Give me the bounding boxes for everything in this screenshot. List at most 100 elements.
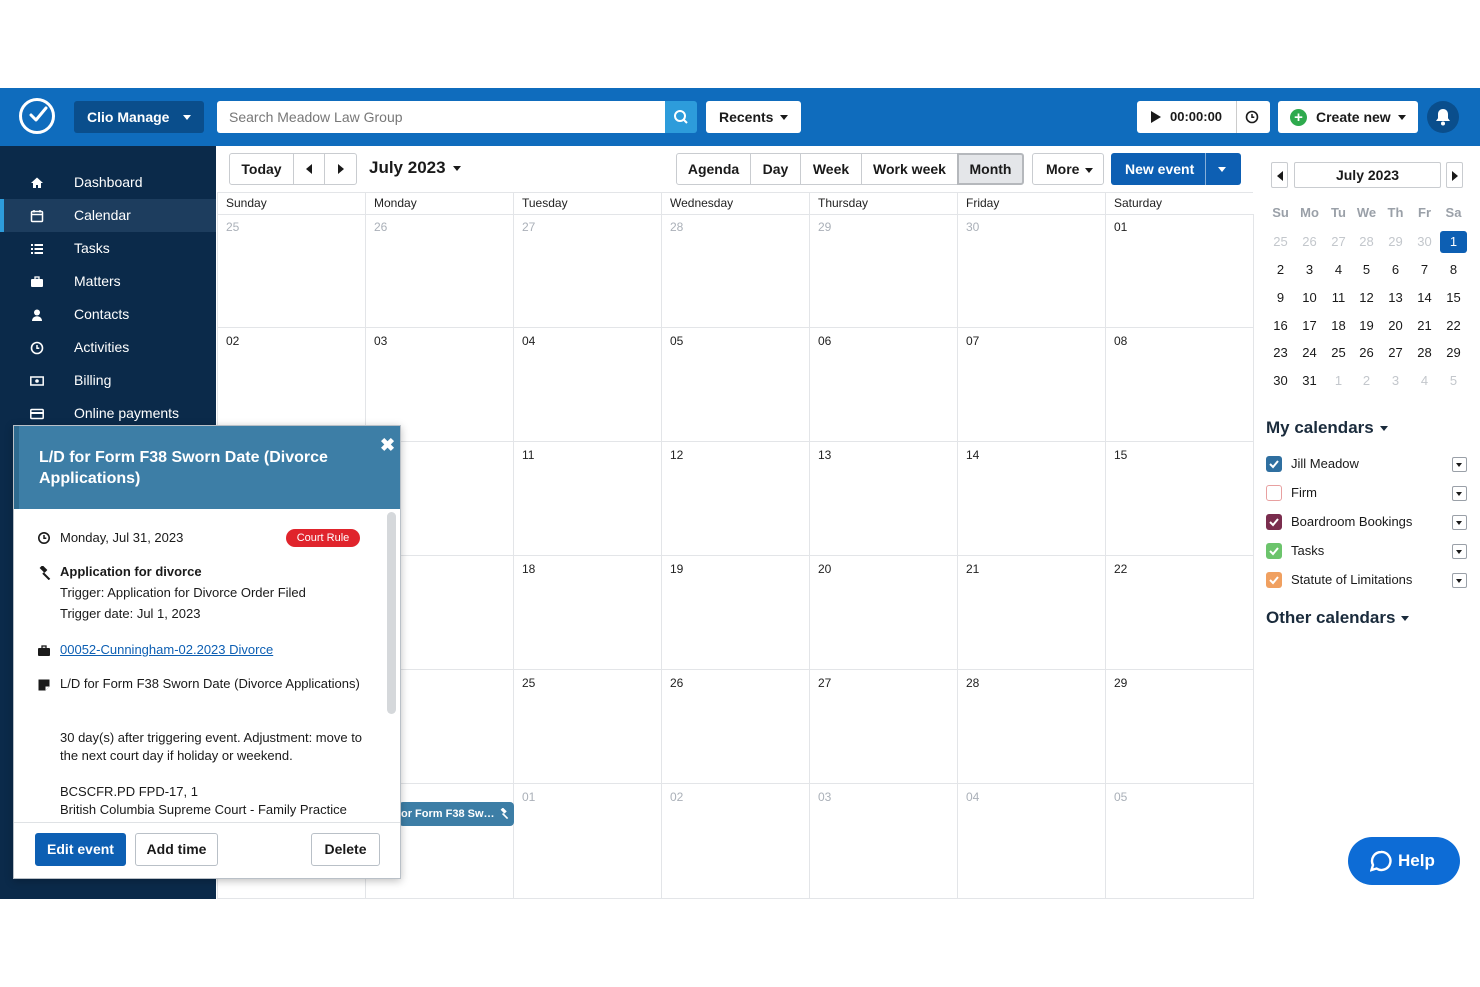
sidebar-item-calendar[interactable]: Calendar (0, 199, 216, 232)
day-cell[interactable]: 28 (661, 214, 809, 328)
mini-day[interactable]: 5 (1352, 259, 1381, 281)
sidebar-item-contacts[interactable]: Contacts (0, 298, 216, 331)
prev-month-button[interactable] (293, 153, 325, 185)
day-cell[interactable]: 21 (957, 556, 1105, 670)
mini-next-button[interactable] (1446, 162, 1463, 188)
mini-day[interactable]: 3 (1381, 370, 1410, 392)
day-cell[interactable]: 26 (661, 670, 809, 784)
mini-day[interactable]: 25 (1266, 231, 1295, 253)
mini-day[interactable]: 23 (1266, 342, 1295, 364)
day-cell[interactable]: 27 (513, 214, 661, 328)
sidebar-item-billing[interactable]: Billing (0, 364, 216, 397)
day-cell[interactable]: 05 (661, 328, 809, 442)
new-event-dropdown-icon[interactable] (1218, 167, 1226, 172)
calendar-options-dropdown[interactable] (1452, 515, 1467, 530)
clock-icon[interactable] (1245, 110, 1259, 124)
day-cell[interactable]: 14 (957, 442, 1105, 556)
mini-day[interactable]: 29 (1381, 231, 1410, 253)
search-button[interactable] (665, 101, 697, 133)
other-calendars-header[interactable]: Other calendars (1266, 608, 1410, 628)
day-cell[interactable]: 15 (1105, 442, 1254, 556)
search-input[interactable] (217, 101, 665, 133)
day-cell[interactable]: 25 (217, 214, 365, 328)
calendar-options-dropdown[interactable] (1452, 457, 1467, 472)
mini-day[interactable]: 3 (1295, 259, 1324, 281)
day-cell[interactable]: 01 (513, 784, 661, 899)
calendar-checkbox[interactable] (1266, 543, 1282, 559)
mini-day[interactable]: 21 (1410, 315, 1439, 337)
mini-day[interactable]: 18 (1324, 315, 1353, 337)
mini-day[interactable]: 4 (1324, 259, 1353, 281)
day-cell[interactable]: 26 (365, 214, 513, 328)
mini-day[interactable]: 16 (1266, 315, 1295, 337)
next-month-button[interactable] (324, 153, 357, 185)
calendar-checkbox[interactable] (1266, 456, 1282, 472)
popover-scrollbar[interactable] (387, 512, 396, 714)
mini-day[interactable]: 6 (1381, 259, 1410, 281)
day-cell[interactable]: 18 (513, 556, 661, 670)
day-cell[interactable]: 29 (1105, 670, 1254, 784)
timer-widget[interactable]: 00:00:00 (1137, 101, 1270, 133)
add-time-button[interactable]: Add time (135, 833, 218, 866)
mini-day[interactable]: 7 (1410, 259, 1439, 281)
mini-day[interactable]: 11 (1324, 287, 1353, 309)
close-icon[interactable]: ✖ (380, 435, 395, 456)
day-cell[interactable]: 11 (513, 442, 661, 556)
view-work-week-button[interactable]: Work week (861, 153, 958, 185)
help-button[interactable]: Help (1348, 837, 1460, 885)
create-new-button[interactable]: + Create new (1278, 101, 1418, 133)
view-agenda-button[interactable]: Agenda (676, 153, 751, 185)
day-cell[interactable]: 13 (809, 442, 957, 556)
mini-day[interactable]: 20 (1381, 315, 1410, 337)
mini-prev-button[interactable] (1271, 162, 1288, 188)
view-month-button[interactable]: Month (957, 153, 1024, 185)
matter-link[interactable]: 00052-Cunningham-02.2023 Divorce (60, 641, 365, 659)
day-cell[interactable]: 12 (661, 442, 809, 556)
day-cell[interactable]: 04 (513, 328, 661, 442)
recents-button[interactable]: Recents (706, 101, 801, 133)
new-event-button[interactable]: New event (1111, 153, 1241, 185)
mini-day[interactable]: 10 (1295, 287, 1324, 309)
month-picker[interactable]: July 2023 (369, 158, 462, 178)
notifications-button[interactable] (1427, 101, 1459, 133)
edit-event-button[interactable]: Edit event (35, 833, 126, 866)
mini-day[interactable]: 26 (1352, 342, 1381, 364)
day-cell[interactable]: 19 (661, 556, 809, 670)
play-icon[interactable] (1151, 111, 1161, 123)
sidebar-item-dashboard[interactable]: Dashboard (0, 166, 216, 199)
mini-day[interactable]: 2 (1266, 259, 1295, 281)
day-cell[interactable]: 29 (809, 214, 957, 328)
day-cell[interactable]: 20 (809, 556, 957, 670)
mini-day[interactable]: 9 (1266, 287, 1295, 309)
today-button[interactable]: Today (229, 153, 294, 185)
day-cell[interactable]: 03 (809, 784, 957, 899)
day-cell[interactable]: 22 (1105, 556, 1254, 670)
mini-day[interactable]: 15 (1439, 287, 1468, 309)
app-switcher-dropdown[interactable]: Clio Manage (74, 101, 204, 133)
mini-day[interactable]: 22 (1439, 315, 1468, 337)
mini-day[interactable]: 12 (1352, 287, 1381, 309)
mini-day[interactable]: 1 (1440, 231, 1467, 253)
clio-logo-icon[interactable] (19, 98, 55, 134)
calendar-checkbox[interactable] (1266, 572, 1282, 588)
day-cell[interactable]: 25 (513, 670, 661, 784)
sidebar-item-activities[interactable]: Activities (0, 331, 216, 364)
mini-day[interactable]: 5 (1439, 370, 1468, 392)
mini-day[interactable]: 31 (1295, 370, 1324, 392)
mini-day[interactable]: 30 (1266, 370, 1295, 392)
my-calendars-header[interactable]: My calendars (1266, 418, 1388, 438)
sidebar-item-matters[interactable]: Matters (0, 265, 216, 298)
day-cell[interactable]: 06 (809, 328, 957, 442)
mini-day[interactable]: 19 (1352, 315, 1381, 337)
mini-day[interactable]: 14 (1410, 287, 1439, 309)
mini-day[interactable]: 27 (1324, 231, 1353, 253)
mini-day[interactable]: 4 (1410, 370, 1439, 392)
sidebar-item-tasks[interactable]: Tasks (0, 232, 216, 265)
day-cell[interactable]: 04 (957, 784, 1105, 899)
day-cell[interactable]: 05 (1105, 784, 1254, 899)
calendar-options-dropdown[interactable] (1452, 486, 1467, 501)
view-day-button[interactable]: Day (750, 153, 801, 185)
mini-day[interactable]: 28 (1352, 231, 1381, 253)
more-button[interactable]: More (1032, 153, 1104, 185)
mini-day[interactable]: 13 (1381, 287, 1410, 309)
